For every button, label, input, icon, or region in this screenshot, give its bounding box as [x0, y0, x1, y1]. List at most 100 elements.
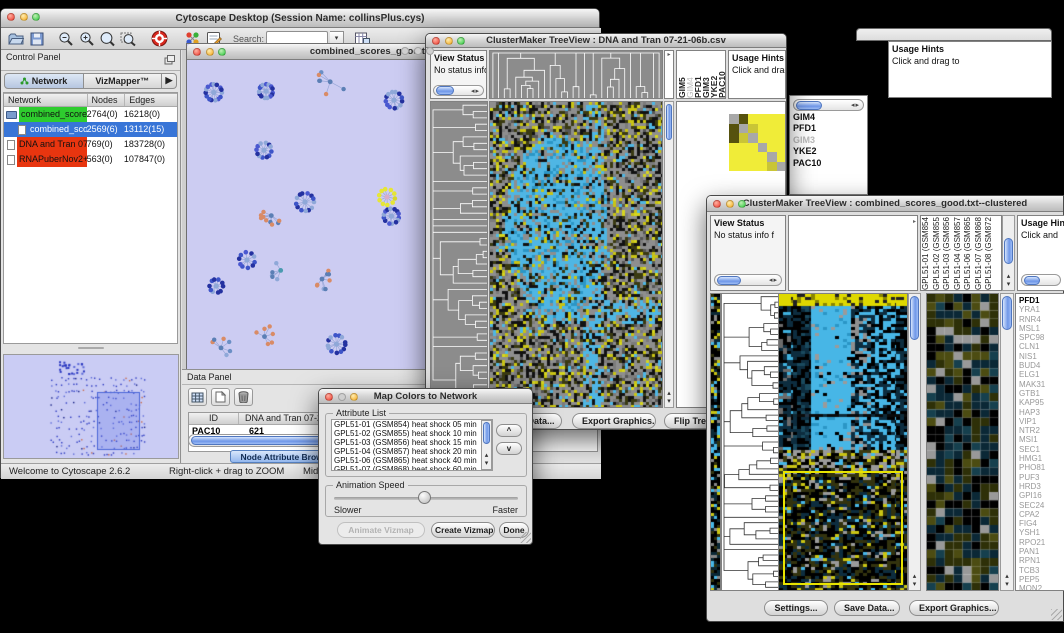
label-vscrollbar[interactable]: ▴▾ — [1002, 215, 1015, 291]
heatmap-vscrollbar[interactable]: ▴▾ — [664, 101, 674, 408]
zoom-in-icon[interactable] — [77, 30, 96, 48]
birdseye-view[interactable] — [3, 354, 179, 459]
column-dendrogram-empty[interactable]: ▸ — [788, 215, 918, 291]
zoom-fit-icon[interactable] — [119, 30, 138, 48]
zoom-button[interactable] — [738, 200, 746, 208]
panel-divider[interactable] — [1, 344, 180, 352]
gene-label[interactable]: MON2 — [1016, 584, 1064, 591]
heatmap-selection-box[interactable] — [783, 471, 903, 585]
close-button[interactable] — [432, 37, 440, 45]
gene-label[interactable]: SEC24 — [1016, 501, 1064, 510]
zoom-heatmap[interactable] — [926, 293, 999, 591]
export-graphics-button[interactable]: Export Graphics... — [909, 600, 999, 616]
heatmap-vscrollbar[interactable]: ▴▾ — [908, 293, 921, 591]
attribute-item[interactable]: GPL51-04 (GSM857) heat shock 20 min — [332, 447, 492, 456]
gene-label[interactable]: SPC98 — [1016, 333, 1064, 342]
minimize-button[interactable] — [726, 200, 734, 208]
minimize-button[interactable] — [20, 13, 28, 21]
minimize-button[interactable] — [445, 37, 453, 45]
create-vizmap-button[interactable]: Create Vizmap — [431, 522, 495, 538]
close-button[interactable] — [193, 48, 201, 56]
gene-label[interactable]: PAN1 — [1016, 547, 1064, 556]
gene-label[interactable]: PFD1 — [790, 123, 867, 135]
close-button[interactable] — [713, 200, 721, 208]
gene-label[interactable]: GPI16 — [1016, 491, 1064, 500]
move-up-button[interactable]: ^ — [496, 424, 522, 437]
attribute-item[interactable]: GPL51-07 (GSM868) heat shock 60 min — [332, 465, 492, 471]
treeview-combined-title-bar[interactable]: ClusterMaker TreeView : combined_scores_… — [707, 196, 1063, 212]
animate-vizmap-button[interactable]: Animate Vizmap — [337, 522, 425, 538]
column-label[interactable]: GPL51-06 (GSM865) — [963, 217, 974, 290]
network-row-selected[interactable]: combined_sco 2569(6) 13112(15) — [4, 122, 177, 137]
help-lifebuoy-icon[interactable] — [150, 30, 169, 48]
minimize-button[interactable] — [206, 48, 214, 56]
move-down-button[interactable]: v — [496, 442, 522, 455]
column-label[interactable]: GPL51-07 (GSM868) — [974, 217, 985, 290]
gene-label[interactable]: YKE2 — [790, 146, 867, 158]
resize-grip[interactable] — [520, 532, 531, 543]
column-label[interactable]: GPL51-08 (GSM872) — [984, 217, 995, 290]
resize-grip[interactable] — [1051, 609, 1062, 620]
gene-label[interactable]: PUF3 — [1016, 473, 1064, 482]
gene-label[interactable]: RNR4 — [1016, 315, 1064, 324]
dialog-title-bar[interactable]: Map Colors to Network — [319, 389, 532, 404]
gene-label[interactable]: YRA1 — [1016, 305, 1064, 314]
minimize-button[interactable] — [414, 47, 422, 55]
close-button[interactable] — [325, 393, 333, 401]
data-col-id[interactable]: ID — [189, 413, 239, 424]
zoom-selected-icon[interactable] — [98, 30, 117, 48]
gene-label[interactable]: CLN1 — [1016, 342, 1064, 351]
global-heatmap[interactable] — [489, 101, 663, 408]
zoom-button[interactable] — [218, 48, 226, 56]
gene-label[interactable]: GIM4 — [790, 112, 867, 124]
save-icon[interactable] — [27, 30, 46, 48]
column-dendrogram[interactable] — [489, 50, 663, 99]
network-row-combined-scores[interactable]: combined_scores 2764(0) 16218(0) — [4, 107, 177, 122]
hints-scrollbar[interactable] — [1021, 274, 1061, 286]
zoom-button[interactable] — [426, 47, 434, 55]
status-scrollbar[interactable]: ◂▸ — [714, 274, 782, 286]
gene-label[interactable]: TCB3 — [1016, 566, 1064, 575]
zoom-heatmap-matrix[interactable] — [729, 114, 786, 171]
fragment-title-bar[interactable] — [856, 28, 1052, 41]
zoom-button[interactable] — [457, 37, 465, 45]
gene-label[interactable]: KAP95 — [1016, 398, 1064, 407]
gene-label[interactable]: HMG1 — [1016, 454, 1064, 463]
gene-label[interactable]: MSL1 — [1016, 324, 1064, 333]
gene-label[interactable]: RPO21 — [1016, 538, 1064, 547]
treeview-dna-title-bar[interactable]: ClusterMaker TreeView : DNA and Tran 07-… — [426, 34, 786, 48]
zoom-button[interactable] — [350, 393, 358, 401]
row-dendrogram[interactable] — [430, 101, 488, 408]
mini-scroll-strip[interactable]: ▸ — [664, 50, 674, 99]
attribute-item[interactable]: GPL51-01 (GSM854) heat shock 05 min — [332, 420, 492, 429]
network-row-rna[interactable]: RNAPuberNov2+ 563(0) 107847(0) — [4, 152, 177, 167]
close-button[interactable] — [401, 47, 409, 55]
gene-label[interactable]: PFD1 — [1016, 296, 1064, 305]
attribute-select-icon[interactable] — [188, 388, 207, 406]
export-graphics-button[interactable]: Export Graphics... — [572, 413, 656, 429]
main-title-bar[interactable]: Cytoscape Desktop (Session Name: collins… — [1, 9, 599, 28]
status-scrollbar[interactable]: ◂▸ — [433, 85, 484, 96]
gene-label[interactable]: GIM3 — [790, 135, 867, 147]
attribute-item[interactable]: GPL51-03 (GSM856) heat shock 15 min — [332, 438, 492, 447]
gene-label[interactable]: PAC10 — [790, 158, 867, 170]
zoom-vscrollbar[interactable]: ▴▾ — [1000, 293, 1014, 591]
close-button[interactable] — [7, 13, 15, 21]
gene-label[interactable]: FIG4 — [1016, 519, 1064, 528]
network-row-dna[interactable]: DNA and Tran 07 769(0) 183728(0) — [4, 137, 177, 152]
new-attribute-icon[interactable] — [211, 388, 230, 406]
gene-label[interactable]: RPN1 — [1016, 556, 1064, 565]
column-label[interactable]: GPL51-03 (GSM856) — [942, 217, 953, 290]
attribute-list-scrollbar[interactable]: ▴▾ — [481, 420, 492, 470]
delete-attribute-icon[interactable] — [234, 388, 253, 406]
gene-label[interactable]: VIP1 — [1016, 417, 1064, 426]
row-dendrogram[interactable] — [721, 293, 779, 591]
gene-label[interactable]: CPA2 — [1016, 510, 1064, 519]
gene-label[interactable]: NTR2 — [1016, 426, 1064, 435]
gene-label[interactable]: MSI1 — [1016, 435, 1064, 444]
settings-button[interactable]: Settings... — [764, 600, 828, 616]
speed-slider-thumb[interactable] — [418, 491, 431, 504]
column-label[interactable]: GPL51-04 (GSM857) — [953, 217, 964, 290]
tab-network[interactable]: Network — [4, 73, 84, 89]
gene-label[interactable]: SEC1 — [1016, 445, 1064, 454]
